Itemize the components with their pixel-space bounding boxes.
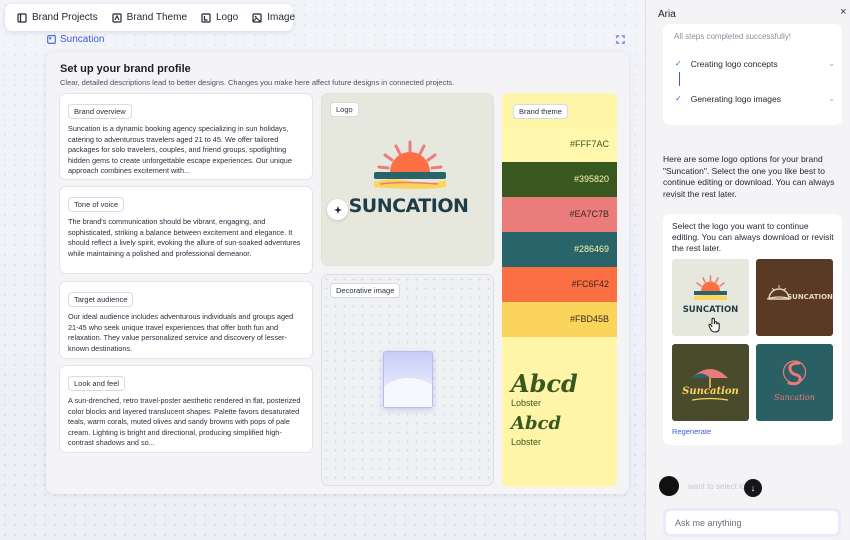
project-name-label: Suncation (60, 34, 105, 45)
brand-profile-card: Set up your brand profile Clear, detaile… (46, 52, 629, 494)
logo-option[interactable]: SUNCATION (672, 259, 749, 336)
section-label: Look and feel (68, 376, 126, 391)
font-name: Lobster (511, 398, 542, 408)
logo-option-text: Suncation (682, 386, 739, 397)
logo-option-image: SUNCATION (756, 259, 833, 336)
logo-option[interactable]: Suncation (756, 344, 833, 421)
tone-of-voice-box[interactable]: Tone of voice The brand's communication … (59, 186, 313, 274)
toolbar-label: Brand Theme (126, 12, 187, 23)
card-subtitle: Clear, detailed descriptions lead to bet… (60, 78, 455, 87)
step-item[interactable]: ✓ Generating logo images ⌄ (675, 94, 835, 104)
logo-label: Logo (330, 102, 359, 117)
book-icon (17, 12, 27, 23)
logo-wordmark: SUNCATION (348, 195, 469, 217)
chevron-down-icon: ⌄ (828, 94, 835, 103)
project-icon (47, 35, 56, 44)
aria-title: Aria (658, 9, 676, 20)
toolbar-brand-theme[interactable]: Brand Theme (106, 7, 193, 29)
color-swatch[interactable]: #286469 (502, 232, 617, 267)
color-swatch[interactable]: #FFF7AC (502, 127, 617, 162)
hand-cursor-icon (708, 317, 720, 333)
brand-theme-panel[interactable]: Brand theme #FFF7AC #395820 #EA7C7B #286… (502, 93, 617, 487)
logo-option-image: Suncation (756, 344, 833, 421)
logo-panel[interactable]: Logo SUNCATION (321, 93, 494, 266)
step-label: Creating logo concepts (690, 59, 778, 69)
steps-card: All steps completed successfully! ✓ Crea… (663, 24, 842, 125)
logo-option-text: Suncation (774, 393, 815, 402)
section-text: A sun-drenched, retro travel-poster aest… (68, 396, 301, 448)
steps-status: All steps completed successfully! (674, 32, 791, 41)
decorative-label: Decorative image (330, 283, 401, 298)
logo-option-text: SUNCATION (683, 305, 739, 315)
logo-option[interactable]: Suncation (672, 344, 749, 421)
color-swatch[interactable]: #FBD45B (502, 302, 617, 337)
expand-icon[interactable] (616, 35, 625, 44)
step-item[interactable]: ✓ Creating logo concepts ⌄ (675, 59, 835, 69)
logo-selection-card: Select the logo you want to continue edi… (663, 214, 842, 445)
decorative-image-panel[interactable]: Decorative image (321, 274, 494, 486)
project-name[interactable]: Suncation (47, 34, 104, 45)
logo-option[interactable]: SUNCATION (756, 259, 833, 336)
toolbar-label: Brand Projects (32, 12, 98, 23)
brand-overview-box[interactable]: Brand overview Suncation is a dynamic bo… (59, 93, 313, 180)
font-name: Lobster (511, 437, 542, 447)
toolbar-image[interactable]: Image (246, 7, 301, 29)
section-text: The brand's communication should be vibr… (68, 217, 301, 258)
step-connector (679, 72, 680, 86)
toolbar-brand-projects[interactable]: Brand Projects (11, 7, 104, 29)
check-icon: ✓ (675, 59, 682, 68)
avatar (659, 476, 679, 496)
section-label: Target audience (68, 292, 134, 307)
magic-edit-button[interactable] (327, 199, 348, 220)
chat-input-wrapper (663, 508, 841, 537)
card-title: Set up your brand profile (60, 63, 191, 75)
chevron-down-icon: ⌄ (828, 59, 835, 68)
select-prompt: Select the logo you want to continue edi… (672, 221, 834, 253)
regenerate-link[interactable]: Regenerate (672, 427, 711, 436)
font-sample-body: Abcd (511, 413, 562, 434)
decorative-image (383, 351, 433, 408)
section-text: Suncation is a dynamic booking agency sp… (68, 124, 292, 176)
palette-icon (111, 12, 122, 23)
image-icon (252, 12, 262, 23)
chat-input[interactable] (666, 511, 838, 534)
suncation-logo (374, 140, 446, 189)
target-audience-box[interactable]: Target audience Our ideal audience inclu… (59, 281, 313, 359)
theme-label: Brand theme (513, 104, 568, 119)
color-swatch[interactable]: #EA7C7B (502, 197, 617, 232)
toolbar-label: Image (267, 12, 296, 23)
close-icon[interactable]: × (840, 6, 846, 18)
scroll-down-button[interactable]: ↓ (744, 479, 762, 497)
toolbar-label: Logo (216, 12, 239, 23)
check-icon: ✓ (675, 94, 682, 103)
section-text: Our ideal audience includes adventurous … (68, 312, 294, 353)
assistant-message: Here are some logo options for your bran… (663, 154, 835, 199)
section-label: Tone of voice (68, 197, 125, 212)
font-sample-heading: Abcd (511, 369, 578, 398)
top-toolbar: Brand Projects Brand Theme Logo Image (5, 4, 295, 31)
color-swatch[interactable]: #FC6F42 (502, 267, 617, 302)
look-and-feel-box[interactable]: Look and feel A sun-drenched, retro trav… (59, 365, 313, 453)
aria-panel: Aria × All steps completed successfully!… (645, 0, 850, 540)
toolbar-logo[interactable]: Logo (195, 7, 244, 29)
color-swatch[interactable]: #395820 (502, 162, 617, 197)
section-label: Brand overview (68, 104, 132, 119)
logo-option-image: Suncation (672, 344, 749, 421)
step-label: Generating logo images (690, 94, 781, 104)
sparkle-icon (333, 205, 342, 214)
logo-option-text: SUNCATION (787, 293, 833, 301)
logo-icon (201, 12, 211, 23)
